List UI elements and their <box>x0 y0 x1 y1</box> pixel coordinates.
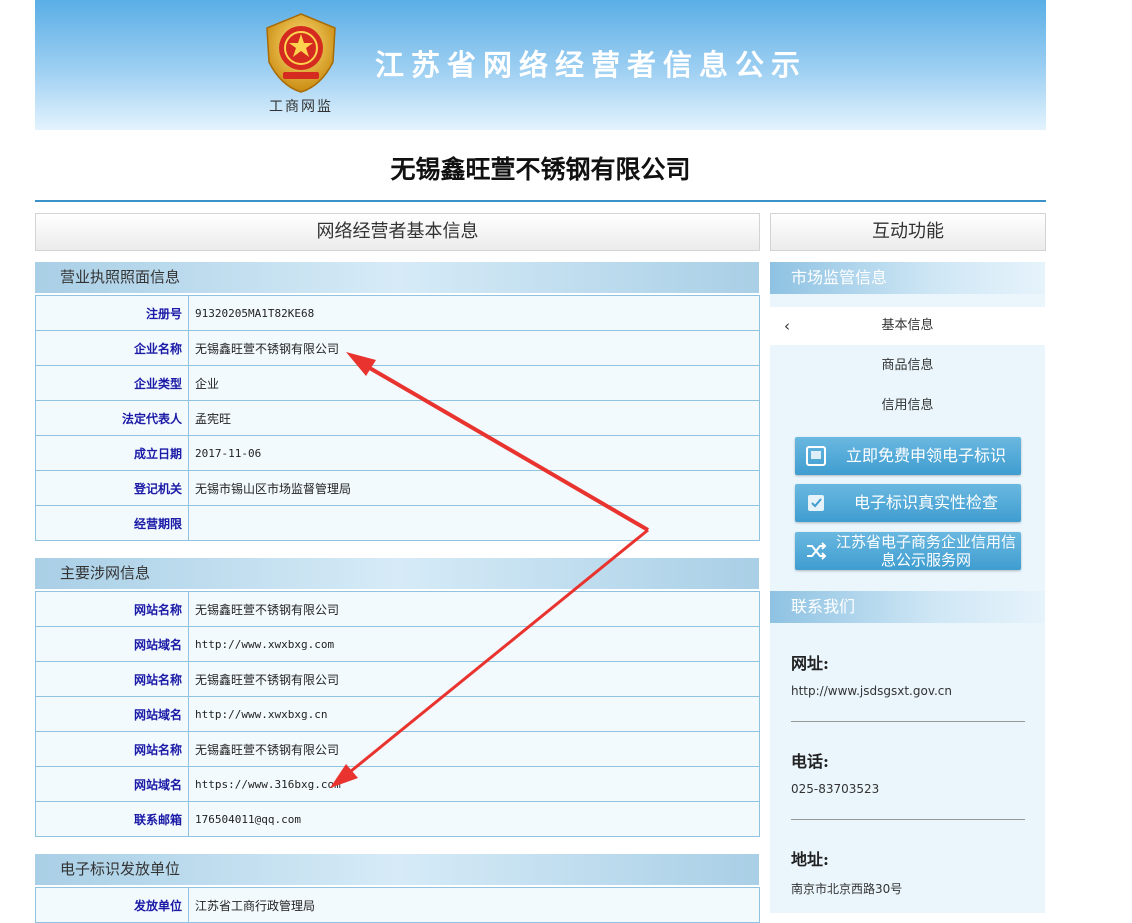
table-row: 法定代表人 孟宪旺 <box>35 400 760 436</box>
header-banner: 工商网监 江苏省网络经营者信息公示 <box>35 0 1046 130</box>
field-label: 网站名称 <box>35 591 189 627</box>
apply-e-label-button[interactable]: 立即免费申领电子标识 <box>795 437 1021 475</box>
button-label: 江苏省电子商务企业信用信息公示服务网 <box>835 533 1016 569</box>
sidebar-section-title: 联系我们 <box>791 597 856 616</box>
table-row: 发放单位 江苏省工商行政管理局 <box>35 887 760 923</box>
sidebar-item-label: 基本信息 <box>881 318 934 333</box>
field-label: 网站域名 <box>35 766 189 802</box>
field-value: 2017-11-06 <box>188 435 760 471</box>
section-title: 主要涉网信息 <box>60 564 151 582</box>
banner-title: 江苏省网络经营者信息公示 <box>375 48 808 82</box>
page-title: 无锡鑫旺萱不锈钢有限公司 <box>390 155 691 184</box>
sidebar-item-credit[interactable]: 信用信息 <box>770 387 1045 425</box>
divider <box>791 721 1025 722</box>
tab-basic-info[interactable]: 网络经营者基本信息 <box>35 213 760 251</box>
contact-phone: 电话: 025-83703523 <box>791 748 1026 796</box>
divider <box>791 819 1025 820</box>
license-table: 注册号 91320205MA1T82KE68 企业名称 无锡鑫旺萱不锈钢有限公司… <box>35 295 760 541</box>
field-value: 91320205MA1T82KE68 <box>188 295 760 331</box>
title-divider <box>35 200 1046 202</box>
field-label: 注册号 <box>35 295 189 331</box>
contact-value: 南京市北京西路30号 <box>791 882 903 896</box>
website-link[interactable]: https://www.316bxg.com <box>188 766 760 802</box>
table-row: 网站域名 http://www.xwxbxg.cn <box>35 696 760 732</box>
section-title: 电子标识发放单位 <box>60 860 181 878</box>
field-value: 无锡鑫旺萱不锈钢有限公司 <box>188 591 760 627</box>
field-value <box>188 505 760 541</box>
field-label: 网站名称 <box>35 731 189 767</box>
field-value: 孟宪旺 <box>188 400 760 436</box>
email-value: 176504011@qq.com <box>188 801 760 837</box>
website-link[interactable]: http://www.xwxbxg.com <box>188 626 760 662</box>
field-value: 无锡鑫旺萱不锈钢有限公司 <box>188 731 760 767</box>
section-title: 营业执照照面信息 <box>60 268 181 286</box>
credit-service-button[interactable]: 江苏省电子商务企业信用信息公示服务网 <box>795 532 1021 570</box>
web-info-table: 网站名称 无锡鑫旺萱不锈钢有限公司 网站域名 http://www.xwxbxg… <box>35 591 760 837</box>
sidebar-section-title: 市场监管信息 <box>791 268 888 287</box>
gov-emblem-icon <box>266 13 336 93</box>
field-label: 发放单位 <box>35 887 189 923</box>
sidebar-item-products[interactable]: 商品信息 <box>770 347 1045 385</box>
table-row: 注册号 91320205MA1T82KE68 <box>35 295 760 331</box>
contact-value: 025-83703523 <box>791 782 880 796</box>
emblem-caption: 工商网监 <box>269 99 333 115</box>
table-row: 企业名称 无锡鑫旺萱不锈钢有限公司 <box>35 330 760 366</box>
table-row: 网站名称 无锡鑫旺萱不锈钢有限公司 <box>35 731 760 767</box>
button-label: 立即免费申领电子标识 <box>845 446 1006 465</box>
field-label: 企业名称 <box>35 330 189 366</box>
table-row: 网站名称 无锡鑫旺萱不锈钢有限公司 <box>35 591 760 627</box>
table-row: 网站域名 https://www.316bxg.com <box>35 766 760 802</box>
license-section-header: 营业执照照面信息 <box>35 262 759 293</box>
field-label: 网站域名 <box>35 696 189 732</box>
table-row: 联系邮箱 176504011@qq.com <box>35 801 760 837</box>
table-row: 经营期限 <box>35 505 760 541</box>
field-label: 联系邮箱 <box>35 801 189 837</box>
sidebar-item-basic-info[interactable]: ‹ 基本信息 <box>770 307 1045 345</box>
contact-label: 地址: <box>791 850 829 869</box>
table-row: 企业类型 企业 <box>35 365 760 401</box>
sidebar-item-label: 信用信息 <box>881 398 934 413</box>
certificate-icon <box>806 446 826 466</box>
chevron-left-icon: ‹ <box>784 317 790 335</box>
tab-interactive[interactable]: 互动功能 <box>770 213 1046 251</box>
shuffle-icon <box>807 542 827 560</box>
contact-header: 联系我们 <box>770 591 1045 623</box>
contact-label: 电话: <box>791 752 829 771</box>
field-value: 无锡市锡山区市场监督管理局 <box>188 470 760 506</box>
field-label: 企业类型 <box>35 365 189 401</box>
field-label: 网站名称 <box>35 661 189 697</box>
field-value: 江苏省工商行政管理局 <box>188 887 760 923</box>
field-value: 企业 <box>188 365 760 401</box>
sidebar-item-label: 商品信息 <box>881 358 934 373</box>
field-value: 无锡鑫旺萱不锈钢有限公司 <box>188 661 760 697</box>
web-section-header: 主要涉网信息 <box>35 558 759 589</box>
contact-url-link[interactable]: http://www.jsdsgsxt.gov.cn <box>791 684 1026 698</box>
issuer-section-header: 电子标识发放单位 <box>35 854 759 885</box>
field-label: 登记机关 <box>35 470 189 506</box>
field-value: 无锡鑫旺萱不锈钢有限公司 <box>188 330 760 366</box>
issuer-table: 发放单位 江苏省工商行政管理局 <box>35 887 760 923</box>
field-label: 法定代表人 <box>35 400 189 436</box>
field-label: 网站域名 <box>35 626 189 662</box>
market-info-header: 市场监管信息 <box>770 262 1045 294</box>
verify-icon <box>808 495 824 511</box>
table-row: 网站域名 http://www.xwxbxg.com <box>35 626 760 662</box>
field-label: 经营期限 <box>35 505 189 541</box>
table-row: 成立日期 2017-11-06 <box>35 435 760 471</box>
button-label: 电子标识真实性检查 <box>853 493 998 512</box>
sidebar: 市场监管信息 ‹ 基本信息 商品信息 信用信息 立即免费申领电子标识 电子标识真… <box>770 262 1045 913</box>
contact-website: 网址: http://www.jsdsgsxt.gov.cn <box>791 650 1026 698</box>
website-link[interactable]: http://www.xwxbxg.cn <box>188 696 760 732</box>
table-row: 网站名称 无锡鑫旺萱不锈钢有限公司 <box>35 661 760 697</box>
contact-label: 网址: <box>791 654 829 673</box>
verify-e-label-button[interactable]: 电子标识真实性检查 <box>795 484 1021 522</box>
contact-address: 地址: 南京市北京西路30号 <box>791 846 1026 897</box>
table-row: 登记机关 无锡市锡山区市场监督管理局 <box>35 470 760 506</box>
field-label: 成立日期 <box>35 435 189 471</box>
